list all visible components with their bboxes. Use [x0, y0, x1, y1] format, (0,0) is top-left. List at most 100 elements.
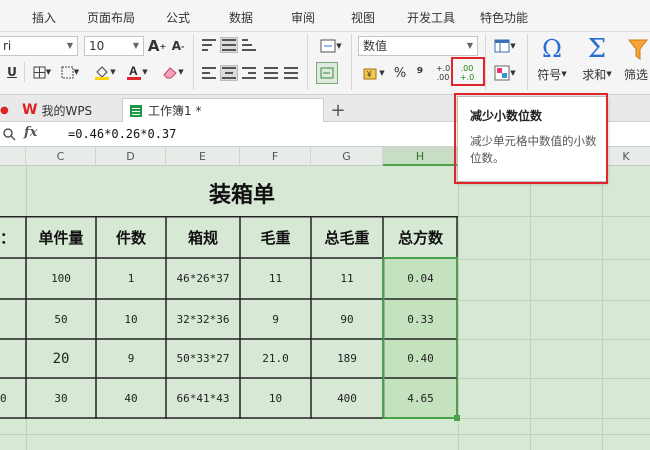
tab-marker: ● — [0, 104, 9, 116]
table-format-icon[interactable]: ▼ — [490, 36, 520, 56]
font-color-icon[interactable]: A ▼ — [124, 62, 150, 82]
symbol-icon[interactable]: Ω — [538, 34, 566, 64]
column-header-selected[interactable]: H — [383, 147, 458, 166]
percent-button[interactable]: % — [392, 62, 408, 84]
new-tab-button[interactable]: + — [330, 98, 346, 122]
gridline — [0, 434, 650, 435]
header-cell-partial[interactable]: ： — [0, 217, 15, 258]
sheet-grid[interactable]: 装箱单 ： 0 单件量 件数 箱规 毛重 总毛重 总方数 100 1 46*26… — [0, 166, 650, 450]
table-cell[interactable]: 66*41*43 — [166, 378, 240, 418]
symbol-label: 符号 — [537, 67, 562, 82]
shrink-font-button[interactable]: A- — [170, 36, 186, 56]
align-middle-icon[interactable] — [220, 37, 238, 53]
separator — [193, 34, 194, 90]
menu-tab-insert[interactable]: 插入 — [32, 9, 56, 26]
align-right-icon[interactable] — [240, 65, 258, 81]
font-name-select[interactable]: ri ▼ — [0, 36, 78, 56]
fx-button[interactable]: fx — [24, 125, 37, 140]
menu-tab-view[interactable]: 视图 — [351, 9, 375, 26]
underline-icon[interactable]: U — [4, 62, 20, 82]
filter-icon[interactable] — [626, 34, 650, 64]
table-cell[interactable]: 50*33*27 — [166, 339, 240, 378]
header-cell[interactable]: 总方数 — [383, 217, 458, 258]
align-center-icon[interactable] — [220, 65, 238, 81]
menu-tab-data[interactable]: 数据 — [229, 9, 253, 26]
table-cell[interactable]: 9 — [96, 339, 166, 378]
table-cell[interactable]: 32*32*36 — [166, 299, 240, 339]
column-header[interactable]: G — [311, 147, 383, 166]
table-cell-partial[interactable]: 0 — [0, 378, 10, 418]
conditional-format-icon[interactable]: ▼ — [490, 62, 520, 84]
tab-my-wps-label: 我的WPS — [41, 103, 93, 118]
column-header[interactable]: D — [96, 147, 166, 166]
tab-my-wps[interactable]: W 我的WPS — [22, 98, 120, 122]
header-cell[interactable]: 箱规 — [166, 217, 240, 258]
menu-tab-developer[interactable]: 开发工具 — [407, 9, 455, 26]
gridline — [458, 339, 650, 340]
header-cell[interactable]: 总毛重 — [311, 217, 383, 258]
currency-icon[interactable]: ¥ ▼ — [360, 62, 388, 84]
table-cell-selected[interactable]: 0.33 — [383, 299, 458, 339]
menu-tab-formula[interactable]: 公式 — [166, 9, 190, 26]
tab-workbook-label: 工作簿1 * — [148, 104, 202, 118]
eraser-icon[interactable]: ▼ — [160, 62, 186, 82]
column-header[interactable]: C — [26, 147, 96, 166]
comma-style-button[interactable]: ⁹ — [412, 62, 428, 84]
align-bottom-icon[interactable] — [240, 37, 258, 53]
table-cell[interactable]: 21.0 — [240, 339, 311, 378]
wrap-text-icon[interactable] — [316, 62, 338, 84]
table-cell[interactable]: 10 — [96, 299, 166, 339]
align-top-icon[interactable] — [200, 37, 218, 53]
align-left-icon[interactable] — [200, 65, 218, 81]
table-cell[interactable]: 11 — [311, 258, 383, 299]
table-cell-selected[interactable]: 0.04 — [383, 258, 458, 299]
header-cell[interactable]: 件数 — [96, 217, 166, 258]
menu-tab-page-layout[interactable]: 页面布局 — [87, 9, 135, 26]
fill-color-icon[interactable]: ▼ — [92, 62, 118, 82]
fill-handle[interactable] — [454, 415, 460, 421]
grow-font-button[interactable]: A + — [148, 36, 166, 56]
search-icon[interactable] — [2, 127, 16, 141]
table-cell[interactable]: 46*26*37 — [166, 258, 240, 299]
table-cell[interactable]: 9 — [240, 299, 311, 339]
formula-input[interactable]: =0.46*0.26*0.37 — [68, 127, 176, 141]
symbol-button[interactable]: 符号 ▼ — [532, 65, 572, 83]
distribute-icon[interactable] — [282, 65, 300, 81]
cell-style-icon[interactable]: ▼ — [58, 62, 82, 82]
column-header-b[interactable] — [0, 147, 26, 166]
column-header[interactable]: E — [166, 147, 240, 166]
table-cell[interactable]: 30 — [26, 378, 96, 418]
header-cell[interactable]: 毛重 — [240, 217, 311, 258]
justify-icon[interactable] — [262, 65, 280, 81]
border-icon[interactable]: ▼ — [30, 62, 54, 82]
table-cell[interactable]: 20 — [26, 339, 96, 378]
table-cell[interactable]: 10 — [240, 378, 311, 418]
filter-button[interactable]: 筛选 — [620, 65, 650, 83]
menu-tab-special[interactable]: 特色功能 — [480, 9, 528, 26]
table-cell[interactable]: 189 — [311, 339, 383, 378]
gridline — [458, 259, 650, 260]
table-cell[interactable]: 100 — [26, 258, 96, 299]
table-cell[interactable]: 40 — [96, 378, 166, 418]
table-cell[interactable]: 400 — [311, 378, 383, 418]
number-format-select[interactable]: 数值 ▼ — [358, 36, 478, 56]
table-cell[interactable]: 1 — [96, 258, 166, 299]
sum-icon[interactable]: Σ — [583, 34, 611, 64]
separator — [485, 34, 486, 90]
table-cell[interactable]: 50 — [26, 299, 96, 339]
column-header[interactable]: K — [602, 147, 650, 166]
header-cell[interactable]: 单件量 — [26, 217, 96, 258]
column-header[interactable]: F — [240, 147, 311, 166]
separator — [24, 62, 25, 82]
wps-logo-icon: W — [22, 102, 38, 118]
table-cell[interactable]: 90 — [311, 299, 383, 339]
table-cell-selected[interactable]: 4.65 — [383, 378, 458, 418]
font-size-select[interactable]: 10 ▼ — [84, 36, 144, 56]
menu-tab-review[interactable]: 审阅 — [291, 9, 315, 26]
table-cell[interactable]: 11 — [240, 258, 311, 299]
merge-cells-icon[interactable]: ▼ — [316, 36, 346, 56]
table-cell-selected[interactable]: 0.40 — [383, 339, 458, 378]
sheet-title[interactable]: 装箱单 — [26, 170, 458, 216]
sum-button[interactable]: 求和 ▼ — [577, 65, 617, 83]
tab-workbook[interactable]: 工作簿1 * — [122, 98, 324, 122]
